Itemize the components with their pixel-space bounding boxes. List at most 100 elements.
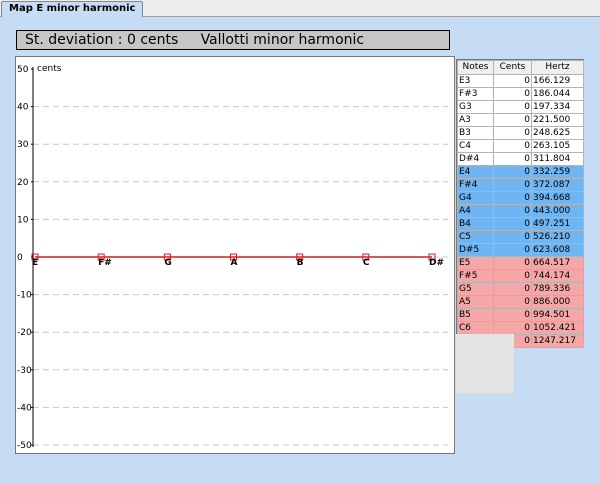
cents-cell: 0 xyxy=(493,230,532,244)
note-label: B xyxy=(297,258,304,268)
y-tick-label: 50 xyxy=(17,65,29,75)
hertz-cell: 886.000 xyxy=(531,295,584,309)
hertz-cell: 372.087 xyxy=(531,178,584,192)
hertz-cell: 994.501 xyxy=(531,308,584,322)
note-label: G xyxy=(164,258,171,268)
note-cell: C6 xyxy=(457,321,494,335)
hertz-cell: 526.210 xyxy=(531,230,584,244)
cents-chart: 50 40 30 20 10 0 -10 -20 -30 -40 -50 cents E F# G A B C D# xyxy=(15,56,455,454)
cents-cell: 0 xyxy=(493,243,532,257)
note-label: D# xyxy=(429,258,444,268)
hertz-cell: 166.129 xyxy=(531,74,584,88)
header-cents[interactable]: Cents xyxy=(493,60,532,75)
table-row[interactable]: B5 0 994.501 xyxy=(457,308,584,322)
hertz-cell: 394.668 xyxy=(531,191,584,205)
y-tick-label: 10 xyxy=(17,215,29,225)
table-row[interactable]: F#3 0 186.044 xyxy=(457,87,584,101)
note-cell: G5 xyxy=(457,282,494,296)
note-label: A xyxy=(231,258,238,268)
note-cell: E3 xyxy=(457,74,494,88)
table-row[interactable]: C5 0 526.210 xyxy=(457,230,584,244)
hertz-cell: 332.259 xyxy=(531,165,584,179)
hertz-cell: 789.336 xyxy=(531,282,584,296)
note-cell: E5 xyxy=(457,256,494,270)
hertz-cell: 443.000 xyxy=(531,204,584,218)
cents-cell: 0 xyxy=(493,204,532,218)
note-cell: D#5 xyxy=(457,243,494,257)
cents-cell: 0 xyxy=(493,282,532,296)
table-row[interactable]: C4 0 263.105 xyxy=(457,139,584,153)
cents-cell: 0 xyxy=(493,295,532,309)
table-row[interactable]: C6 0 1052.421 xyxy=(457,321,584,335)
deviation-label: St. deviation : xyxy=(25,32,123,48)
note-cell: G3 xyxy=(457,100,494,114)
y-tick-label: -30 xyxy=(17,366,32,376)
cents-cell: 0 xyxy=(493,308,532,322)
table-row[interactable]: A4 0 443.000 xyxy=(457,204,584,218)
y-tick-label: -10 xyxy=(17,291,32,301)
table-row[interactable]: F#4 0 372.087 xyxy=(457,178,584,192)
tab-map-e-minor-harmonic[interactable]: Map E minor harmonic xyxy=(1,1,144,17)
note-cell: B3 xyxy=(457,126,494,140)
table-row[interactable]: F#5 0 744.174 xyxy=(457,269,584,283)
y-tick-label: 30 xyxy=(17,140,29,150)
cents-cell: 0 xyxy=(493,256,532,270)
hertz-cell: 197.334 xyxy=(531,100,584,114)
note-cell: C5 xyxy=(457,230,494,244)
hertz-cell: 664.517 xyxy=(531,256,584,270)
cents-cell: 0 xyxy=(493,126,532,140)
table-row[interactable]: D#5 0 623.608 xyxy=(457,243,584,257)
notes-table-panel: Notes Cents Hertz E3 0 166.129 F#3 0 186.044 G… xyxy=(456,59,584,348)
table-row[interactable]: G3 0 197.334 xyxy=(457,100,584,114)
table-row[interactable]: E5 0 664.517 xyxy=(457,256,584,270)
table-background-panel xyxy=(456,334,514,393)
note-cell: A5 xyxy=(457,295,494,309)
note-cell: A4 xyxy=(457,204,494,218)
cents-cell: 0 xyxy=(493,152,532,166)
note-cell: D#4 xyxy=(457,152,494,166)
note-cell: F#5 xyxy=(457,269,494,283)
note-cell: F#3 xyxy=(457,87,494,101)
cents-cell: 0 xyxy=(493,269,532,283)
table-row[interactable]: B3 0 248.625 xyxy=(457,126,584,140)
header-hertz[interactable]: Hertz xyxy=(531,60,584,75)
y-tick-label: -40 xyxy=(17,403,32,413)
temperament-name: Vallotti minor harmonic xyxy=(200,32,365,48)
cents-cell: 0 xyxy=(493,113,532,127)
hertz-cell: 1247.217 xyxy=(531,334,584,348)
note-cell: B4 xyxy=(457,217,494,231)
table-row[interactable]: A3 0 221.500 xyxy=(457,113,584,127)
note-cell: F#4 xyxy=(457,178,494,192)
table-row[interactable]: G5 0 789.336 xyxy=(457,282,584,296)
table-header-row: Notes Cents Hertz xyxy=(457,60,584,75)
note-label: C xyxy=(363,258,370,268)
header-notes[interactable]: Notes xyxy=(457,60,494,75)
table-row[interactable]: E4 0 332.259 xyxy=(457,165,584,179)
hertz-cell: 623.608 xyxy=(531,243,584,257)
chart-svg: 50 40 30 20 10 0 -10 -20 -30 -40 -50 cents E F# G A B C D# xyxy=(17,64,448,451)
table-row[interactable]: G4 0 394.668 xyxy=(457,191,584,205)
hertz-cell: 248.625 xyxy=(531,126,584,140)
status-bar: St. deviation : 0 cents Vallotti minor h… xyxy=(16,30,450,50)
y-tick-label: 0 xyxy=(17,253,23,263)
note-label: E xyxy=(32,258,38,268)
cents-cell: 0 xyxy=(493,100,532,114)
hertz-cell: 263.105 xyxy=(531,139,584,153)
tab-bar: Map E minor harmonic xyxy=(0,0,600,17)
y-tick-label: -50 xyxy=(17,441,32,451)
cents-cell: 0 xyxy=(493,217,532,231)
note-cell: G4 xyxy=(457,191,494,205)
table-row[interactable]: D#4 0 311.804 xyxy=(457,152,584,166)
note-cell: B5 xyxy=(457,308,494,322)
table-row[interactable]: A5 0 886.000 xyxy=(457,295,584,309)
hertz-cell: 186.044 xyxy=(531,87,584,101)
hertz-cell: 497.251 xyxy=(531,217,584,231)
y-tick-label: 40 xyxy=(17,103,29,113)
table-row[interactable]: B4 0 497.251 xyxy=(457,217,584,231)
note-cell: A3 xyxy=(457,113,494,127)
y-axis-title: cents xyxy=(37,64,62,74)
hertz-cell: 744.174 xyxy=(531,269,584,283)
table-row[interactable]: E3 0 166.129 xyxy=(457,74,584,88)
cents-cell: 0 xyxy=(493,74,532,88)
cents-cell: 0 xyxy=(493,87,532,101)
